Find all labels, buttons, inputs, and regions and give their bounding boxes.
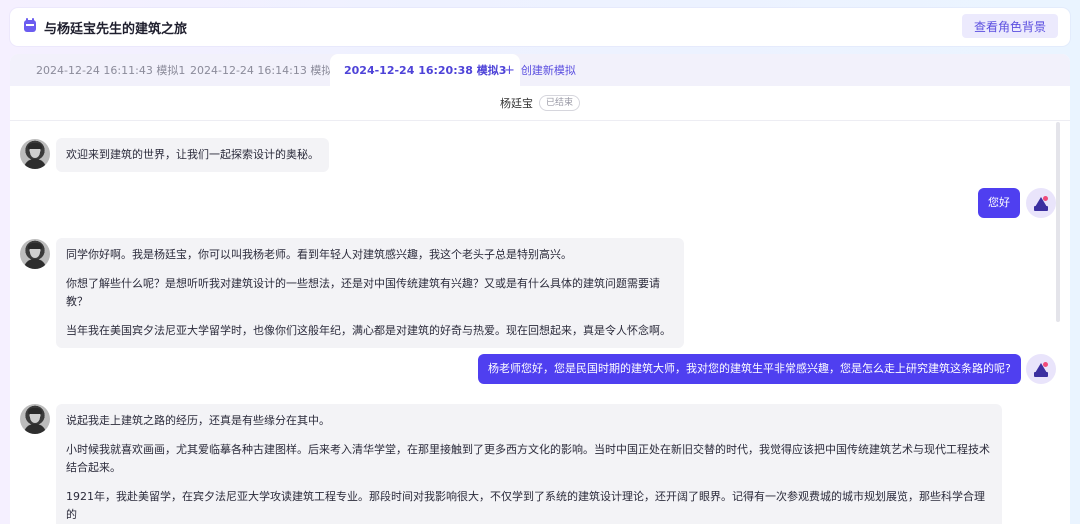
plus-icon: + [504, 63, 515, 78]
avatar-ai [20, 404, 50, 434]
status-badge: 已结束 [538, 95, 580, 111]
header-bar: 与杨廷宝先生的建筑之旅 查看角色背景 [10, 8, 1070, 46]
simulation-tabs: 2024-12-24 16:11:43 模拟1 2024-12-24 16:14… [10, 54, 1070, 86]
avatar-user [1026, 354, 1056, 384]
avatar-ai [20, 139, 50, 169]
avatar-user [1026, 188, 1056, 218]
message-paragraph: 你想了解些什么呢？是想听听我对建筑设计的一些想法，还是对中国传统建筑有兴趣？又或… [66, 277, 660, 308]
message-paragraph: 小时候我就喜欢画画，尤其爱临摹各种古建图样。后来考入清华学堂，在那里接触到了更多… [66, 443, 990, 474]
user-message-bubble: 您好 [978, 188, 1020, 218]
ai-message-bubble: 同学你好啊。我是杨廷宝，你可以叫我杨老师。看到年轻人对建筑感兴趣，我这个老头子总… [56, 238, 684, 348]
message-paragraph: 1921年，我赴美留学，在宾夕法尼亚大学攻读建筑工程专业。那段时间对我影响很大，… [66, 490, 985, 521]
message-paragraph: 同学你好啊。我是杨廷宝，你可以叫我杨老师。看到年轻人对建筑感兴趣，我这个老头子总… [66, 248, 572, 261]
character-status-row: 杨廷宝 已结束 [10, 86, 1070, 121]
chat-panel: 2024-12-24 16:11:43 模拟1 2024-12-24 16:14… [10, 54, 1070, 524]
page-title: 与杨廷宝先生的建筑之旅 [44, 22, 188, 37]
ai-message-bubble: 欢迎来到建筑的世界，让我们一起探索设计的奥秘。 [56, 138, 329, 172]
avatar-ai [20, 239, 50, 269]
message-paragraph: 欢迎来到建筑的世界，让我们一起探索设计的奥秘。 [66, 148, 319, 161]
create-new-simulation-label: 创建新模拟 [520, 64, 576, 77]
chat-scrollbar[interactable] [1056, 122, 1060, 322]
tab-simulation-1[interactable]: 2024-12-24 16:11:43 模拟1 [22, 54, 199, 86]
tab-simulation-2[interactable]: 2024-12-24 16:14:13 模拟2 [176, 54, 353, 86]
user-message-bubble: 杨老师您好，您是民国时期的建筑大师，我对您的建筑生平非常感兴趣，您是怎么走上研究… [478, 354, 1021, 384]
message-paragraph: 说起我走上建筑之路的经历，还真是有些缘分在其中。 [66, 414, 330, 427]
create-new-simulation-button[interactable]: + 创建新模拟 [490, 54, 590, 86]
ai-message-bubble: 说起我走上建筑之路的经历，还真是有些缘分在其中。 小时候我就喜欢画画，尤其爱临摹… [56, 404, 1002, 524]
character-name: 杨廷宝 [499, 97, 533, 110]
view-character-background-button[interactable]: 查看角色背景 [962, 14, 1058, 38]
calendar-icon [24, 18, 36, 32]
message-paragraph: 当年我在美国宾夕法尼亚大学留学时，也像你们这般年纪，满心都是对建筑的好奇与热爱。… [66, 324, 671, 337]
